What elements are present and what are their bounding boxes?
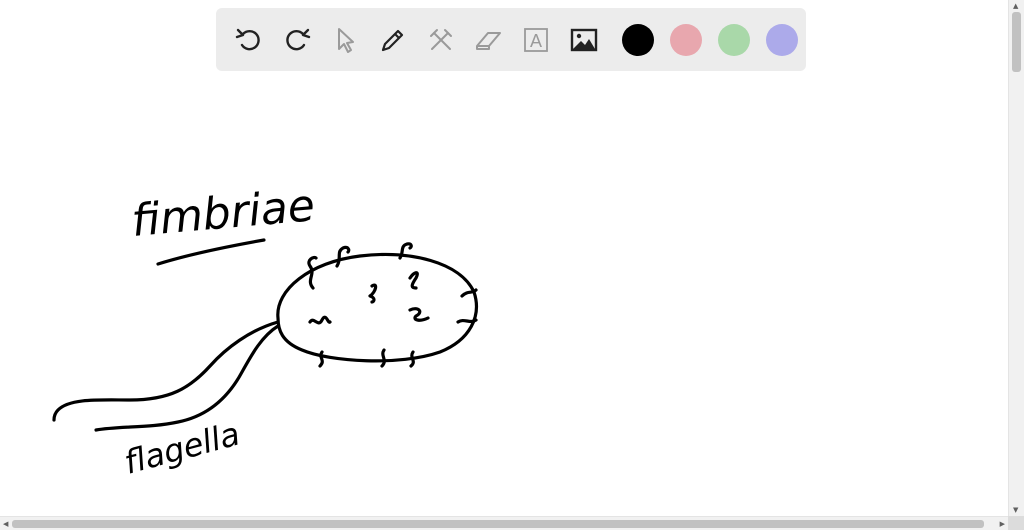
horizontal-scrollbar[interactable]: ◀ ▶ <box>0 516 1008 530</box>
scroll-up-icon[interactable]: ▲ <box>1013 2 1018 10</box>
fimbriae-text: fimbriae <box>130 180 317 247</box>
flagella-text: flagella <box>120 415 243 482</box>
pen-button[interactable] <box>375 22 411 58</box>
fimbriae-underline <box>156 238 266 266</box>
flagellum-upper <box>52 320 280 422</box>
text-tool-glyph: A <box>530 31 542 51</box>
text-button[interactable]: A <box>518 22 554 58</box>
color-red-swatch[interactable] <box>670 23 703 56</box>
undo-icon <box>235 28 260 50</box>
scroll-down-icon[interactable]: ▼ <box>1013 506 1018 514</box>
tools-icon <box>429 28 452 50</box>
color-green-swatch[interactable] <box>718 23 751 56</box>
redo-icon <box>286 28 311 50</box>
select-icon <box>337 27 354 53</box>
eraser-icon <box>476 31 502 50</box>
pen-icon <box>381 29 403 51</box>
eraser-button[interactable] <box>471 22 507 58</box>
image-icon <box>571 28 598 51</box>
flagellum-lower <box>94 324 280 432</box>
vertical-scroll-thumb[interactable] <box>1012 12 1021 72</box>
flagella-label: flagella <box>120 415 243 482</box>
select-button[interactable] <box>327 22 363 58</box>
fimbriae-label: fimbriae <box>130 180 317 247</box>
color-black-swatch[interactable] <box>622 23 655 56</box>
toolbar: A <box>216 8 806 71</box>
vertical-scrollbar[interactable]: ▲ ▼ <box>1008 0 1024 516</box>
cell-body <box>276 252 479 363</box>
image-button[interactable] <box>566 22 602 58</box>
undo-button[interactable] <box>231 22 267 58</box>
redo-button[interactable] <box>279 22 315 58</box>
horizontal-scroll-thumb[interactable] <box>12 520 984 528</box>
text-icon: A <box>524 27 549 52</box>
scroll-right-icon[interactable]: ▶ <box>1000 520 1005 528</box>
tools-button[interactable] <box>423 22 459 58</box>
color-purple-swatch[interactable] <box>766 23 798 56</box>
scrollbar-corner <box>1008 516 1024 530</box>
drawing-canvas[interactable]: fimbriae flagella <box>0 0 1008 516</box>
scroll-left-icon[interactable]: ◀ <box>3 520 8 528</box>
